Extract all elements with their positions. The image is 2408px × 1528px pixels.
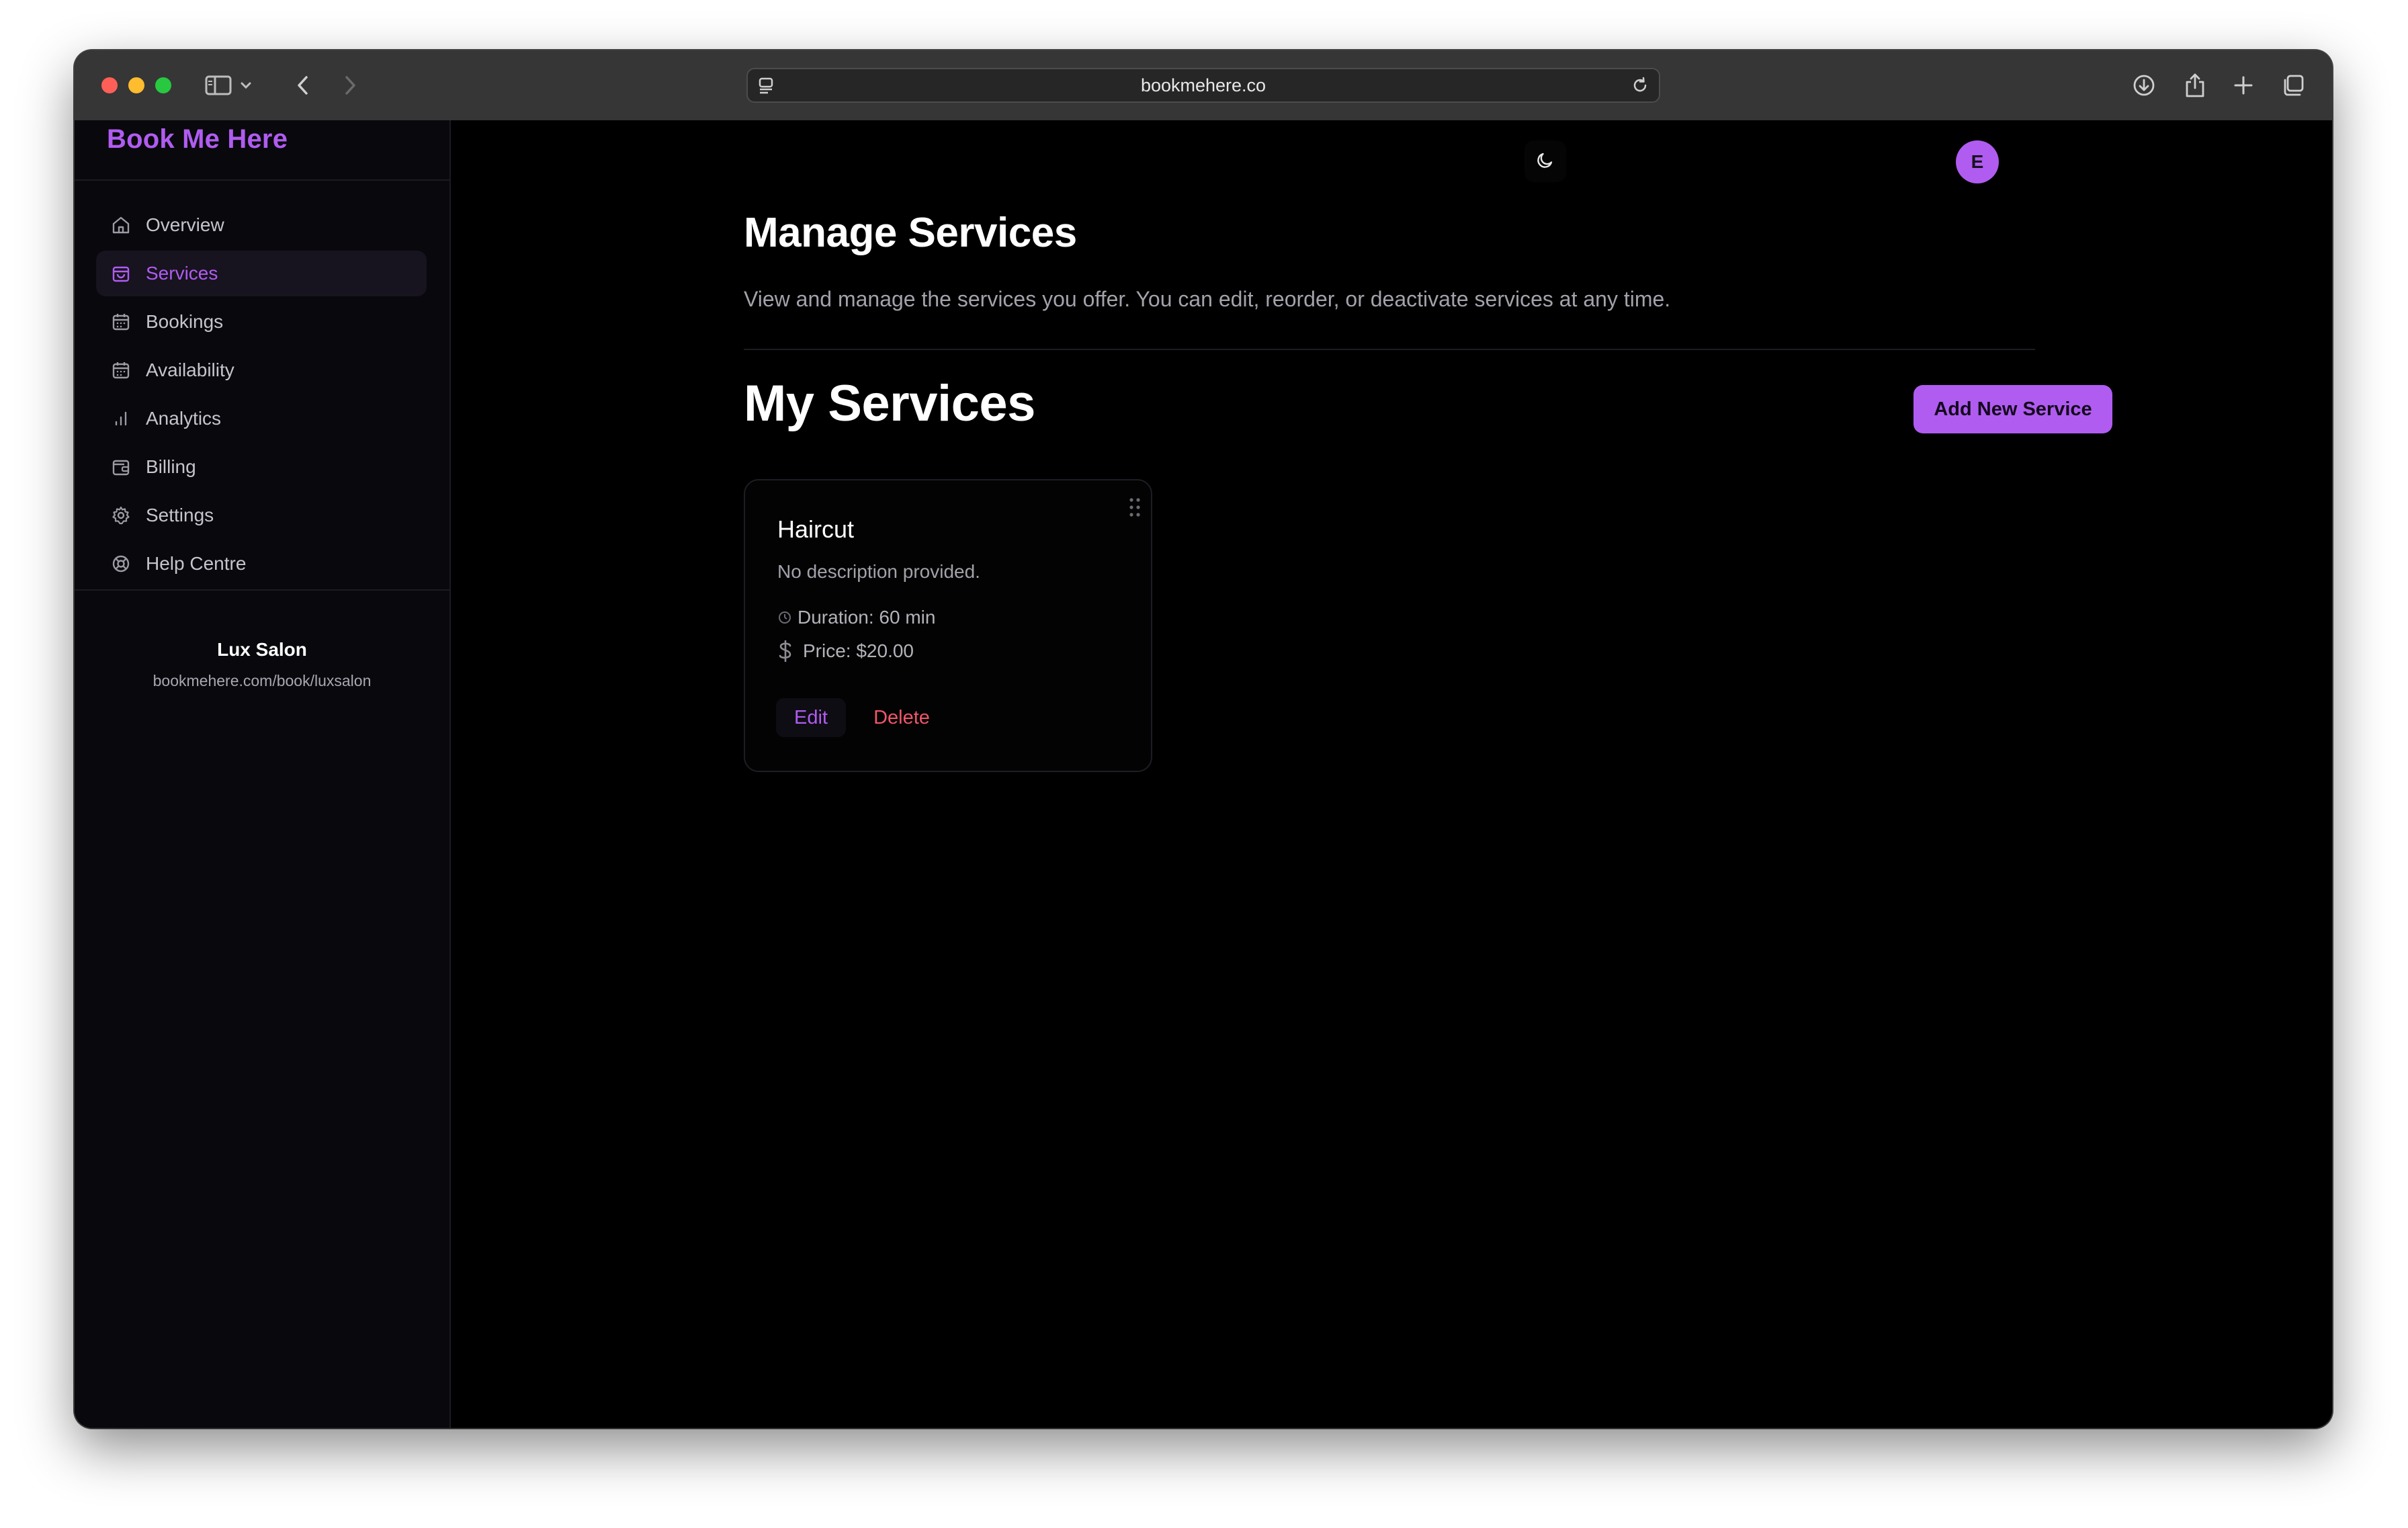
minimize-window-button[interactable] — [128, 77, 144, 93]
tab-overview-icon[interactable] — [2278, 71, 2308, 100]
url-text: bookmehere.co — [1140, 75, 1266, 95]
calendar-icon — [110, 310, 132, 333]
sidebar-divider — [75, 589, 449, 591]
bar-chart-icon — [110, 407, 132, 430]
close-window-button[interactable] — [101, 77, 118, 93]
new-tab-icon[interactable] — [2229, 71, 2258, 100]
sidebar-item-label: Settings — [146, 505, 214, 525]
account-summary: Lux Salon bookmehere.com/book/luxsalon — [75, 636, 449, 694]
maximize-window-button[interactable] — [155, 77, 171, 93]
theme-toggle-button[interactable] — [1524, 140, 1566, 182]
service-description: No description provided. — [777, 561, 980, 582]
sidebar-item-bookings[interactable]: Bookings — [96, 299, 427, 345]
back-arrow-icon[interactable] — [288, 71, 318, 100]
sidebar-item-availability[interactable]: Availability — [96, 347, 427, 393]
sidebar-item-help-centre[interactable]: Help Centre — [96, 541, 427, 587]
service-card: Haircut No description provided. Duratio… — [744, 479, 1152, 772]
chevron-down-icon[interactable] — [236, 71, 256, 100]
service-duration: Duration: 60 min — [777, 607, 935, 628]
sidebar-item-settings[interactable]: Settings — [96, 493, 427, 538]
wallet-icon — [110, 456, 132, 478]
sidebar-item-analytics[interactable]: Analytics — [96, 396, 427, 441]
shopping-bag-icon — [110, 262, 132, 285]
sidebar-divider — [75, 179, 449, 181]
service-name: Haircut — [777, 515, 855, 543]
drag-handle-icon[interactable] — [1121, 494, 1148, 521]
calendar-icon — [110, 359, 132, 382]
address-bar[interactable]: bookmehere.co — [746, 68, 1660, 103]
share-icon[interactable] — [2180, 71, 2210, 100]
gear-icon — [110, 504, 132, 527]
forward-arrow-icon[interactable] — [335, 71, 365, 100]
service-price-text: Price: $20.00 — [803, 640, 914, 661]
sidebar-item-billing[interactable]: Billing — [96, 444, 427, 490]
service-price: Price: $20.00 — [777, 639, 914, 663]
edit-service-button[interactable]: Edit — [776, 698, 846, 737]
clock-icon — [777, 610, 792, 625]
business-name: Lux Salon — [217, 639, 307, 660]
sidebar-item-label: Help Centre — [146, 553, 247, 574]
section-title: My Services — [744, 375, 1035, 432]
page-title: Manage Services — [744, 210, 1077, 256]
brand-logo[interactable]: Book Me Here — [107, 124, 288, 155]
section-divider — [744, 349, 2035, 350]
delete-service-button[interactable]: Delete — [866, 698, 937, 737]
booking-url[interactable]: bookmehere.com/book/luxsalon — [75, 667, 449, 694]
sidebar-item-label: Billing — [146, 456, 196, 477]
user-avatar[interactable]: E — [1956, 140, 1999, 183]
sidebar: Book Me Here Overview Services Bookings — [75, 120, 451, 1428]
sidebar-item-label: Availability — [146, 359, 234, 380]
download-icon[interactable] — [2129, 71, 2159, 100]
home-icon — [110, 214, 132, 237]
browser-window: bookmehere.co Book Me Here Overview Serv… — [75, 50, 2332, 1428]
add-new-service-button[interactable]: Add New Service — [1914, 385, 2112, 433]
page-subtitle: View and manage the services you offer. … — [744, 287, 1671, 311]
browser-toolbar: bookmehere.co — [75, 50, 2332, 122]
sidebar-item-services[interactable]: Services — [96, 251, 427, 296]
moon-icon — [1535, 150, 1555, 173]
sidebar-item-label: Services — [146, 263, 218, 284]
lifebuoy-icon — [110, 552, 132, 575]
sidebar-nav: Overview Services Bookings Availability — [96, 202, 427, 589]
main-content: E Manage Services View and manage the se… — [451, 120, 2332, 1428]
reload-icon[interactable] — [1631, 76, 1649, 98]
sidebar-item-label: Bookings — [146, 311, 224, 332]
sidebar-item-label: Analytics — [146, 408, 222, 429]
dollar-icon — [777, 639, 793, 663]
sidebar-toggle-icon[interactable] — [204, 71, 233, 100]
service-duration-text: Duration: 60 min — [798, 607, 936, 628]
sidebar-item-label: Overview — [146, 214, 224, 235]
sidebar-item-overview[interactable]: Overview — [96, 202, 427, 248]
